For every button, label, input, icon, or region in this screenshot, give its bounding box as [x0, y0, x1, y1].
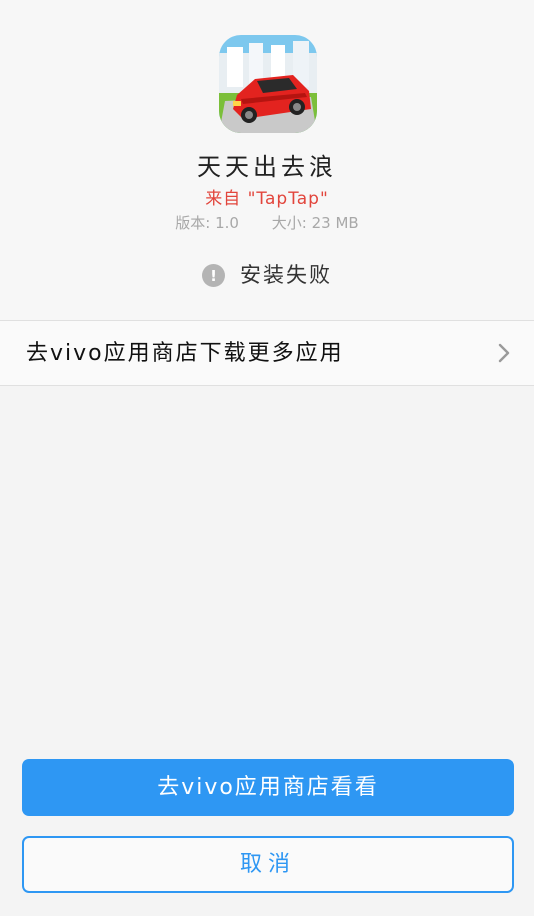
- app-icon: [219, 35, 317, 133]
- cancel-button[interactable]: 取消: [22, 836, 514, 893]
- store-row-label: 去vivo应用商店下载更多应用: [26, 341, 344, 366]
- exclamation-icon: !: [202, 264, 225, 287]
- app-name: 天天出去浪: [197, 153, 337, 181]
- app-meta: 版本: 1.0 大小: 23 MB: [0, 212, 534, 233]
- app-source: 来自 "TapTap": [205, 189, 329, 209]
- install-status-text: 安装失败: [240, 263, 332, 287]
- car-game-icon: [219, 35, 317, 133]
- app-info-panel: 天天出去浪 来自 "TapTap" 版本: 1.0 大小: 23 MB ! 安装…: [0, 0, 534, 320]
- app-size: 大小: 23 MB: [271, 214, 359, 232]
- store-download-more-row[interactable]: 去vivo应用商店下载更多应用: [0, 320, 534, 386]
- open-store-button[interactable]: 去vivo应用商店看看: [22, 759, 514, 816]
- app-version: 版本: 1.0: [175, 214, 239, 232]
- install-result-screen: 天天出去浪 来自 "TapTap" 版本: 1.0 大小: 23 MB ! 安装…: [0, 0, 534, 916]
- install-status: ! 安装失败: [0, 259, 534, 289]
- chevron-right-icon: [498, 343, 510, 363]
